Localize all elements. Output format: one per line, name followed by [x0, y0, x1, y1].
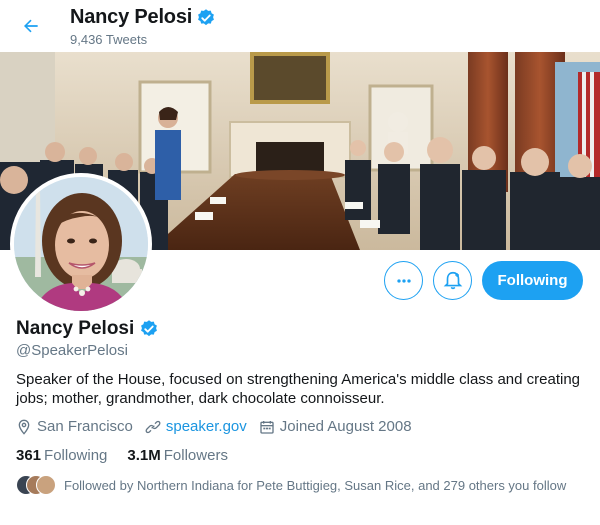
notification-bell-icon: [443, 271, 462, 289]
location-item: San Francisco: [16, 418, 133, 435]
followed-by-text: Followed by Northern Indiana for Pete Bu…: [64, 477, 567, 493]
link-icon: [145, 420, 161, 433]
following-button[interactable]: Following: [482, 261, 583, 300]
followers-label: Followers: [163, 447, 228, 464]
joined-text: Joined August 2008: [279, 418, 412, 435]
location-text: San Francisco: [37, 418, 133, 435]
followed-by-avatars: [16, 475, 56, 495]
header-title: Nancy Pelosi: [70, 6, 216, 29]
profile-name: Nancy Pelosi: [16, 318, 159, 340]
avatar[interactable]: [10, 173, 152, 315]
tweet-count: 9,436 Tweets: [70, 32, 148, 47]
location-pin-icon: [18, 419, 30, 435]
header-name-text: Nancy Pelosi: [70, 6, 193, 28]
following-count: 361: [16, 447, 42, 464]
back-button[interactable]: [16, 11, 46, 41]
verified-badge-icon: [141, 320, 158, 337]
website-item[interactable]: speaker.gov: [145, 418, 247, 435]
verified-badge-icon: [198, 8, 215, 25]
notification-button[interactable]: [433, 261, 472, 300]
profile-handle: @SpeakerPelosi: [16, 342, 128, 359]
joined-item: Joined August 2008: [259, 418, 412, 435]
avatar-image: [14, 177, 148, 311]
profile-bio: Speaker of the House, focused on strengt…: [16, 371, 581, 407]
followed-by[interactable]: Followed by Northern Indiana for Pete Bu…: [16, 475, 566, 495]
website-link[interactable]: speaker.gov: [166, 418, 247, 435]
followers-stat[interactable]: 3.1M Followers: [127, 447, 228, 464]
profile-meta: San Francisco speaker.gov Joined August …: [16, 418, 424, 435]
following-label: Following: [44, 447, 108, 464]
profile-name-text: Nancy Pelosi: [16, 318, 135, 339]
more-button[interactable]: [384, 261, 423, 300]
profile-header: Nancy Pelosi 9,436 Tweets: [0, 0, 600, 52]
back-arrow-icon: [24, 19, 38, 33]
profile-stats: 361 Following 3.1M Followers: [16, 447, 248, 464]
following-stat[interactable]: 361 Following: [16, 447, 107, 464]
more-icon: [396, 278, 411, 283]
mini-avatar: [36, 475, 56, 495]
followers-count: 3.1M: [127, 447, 161, 464]
calendar-icon: [260, 420, 274, 434]
